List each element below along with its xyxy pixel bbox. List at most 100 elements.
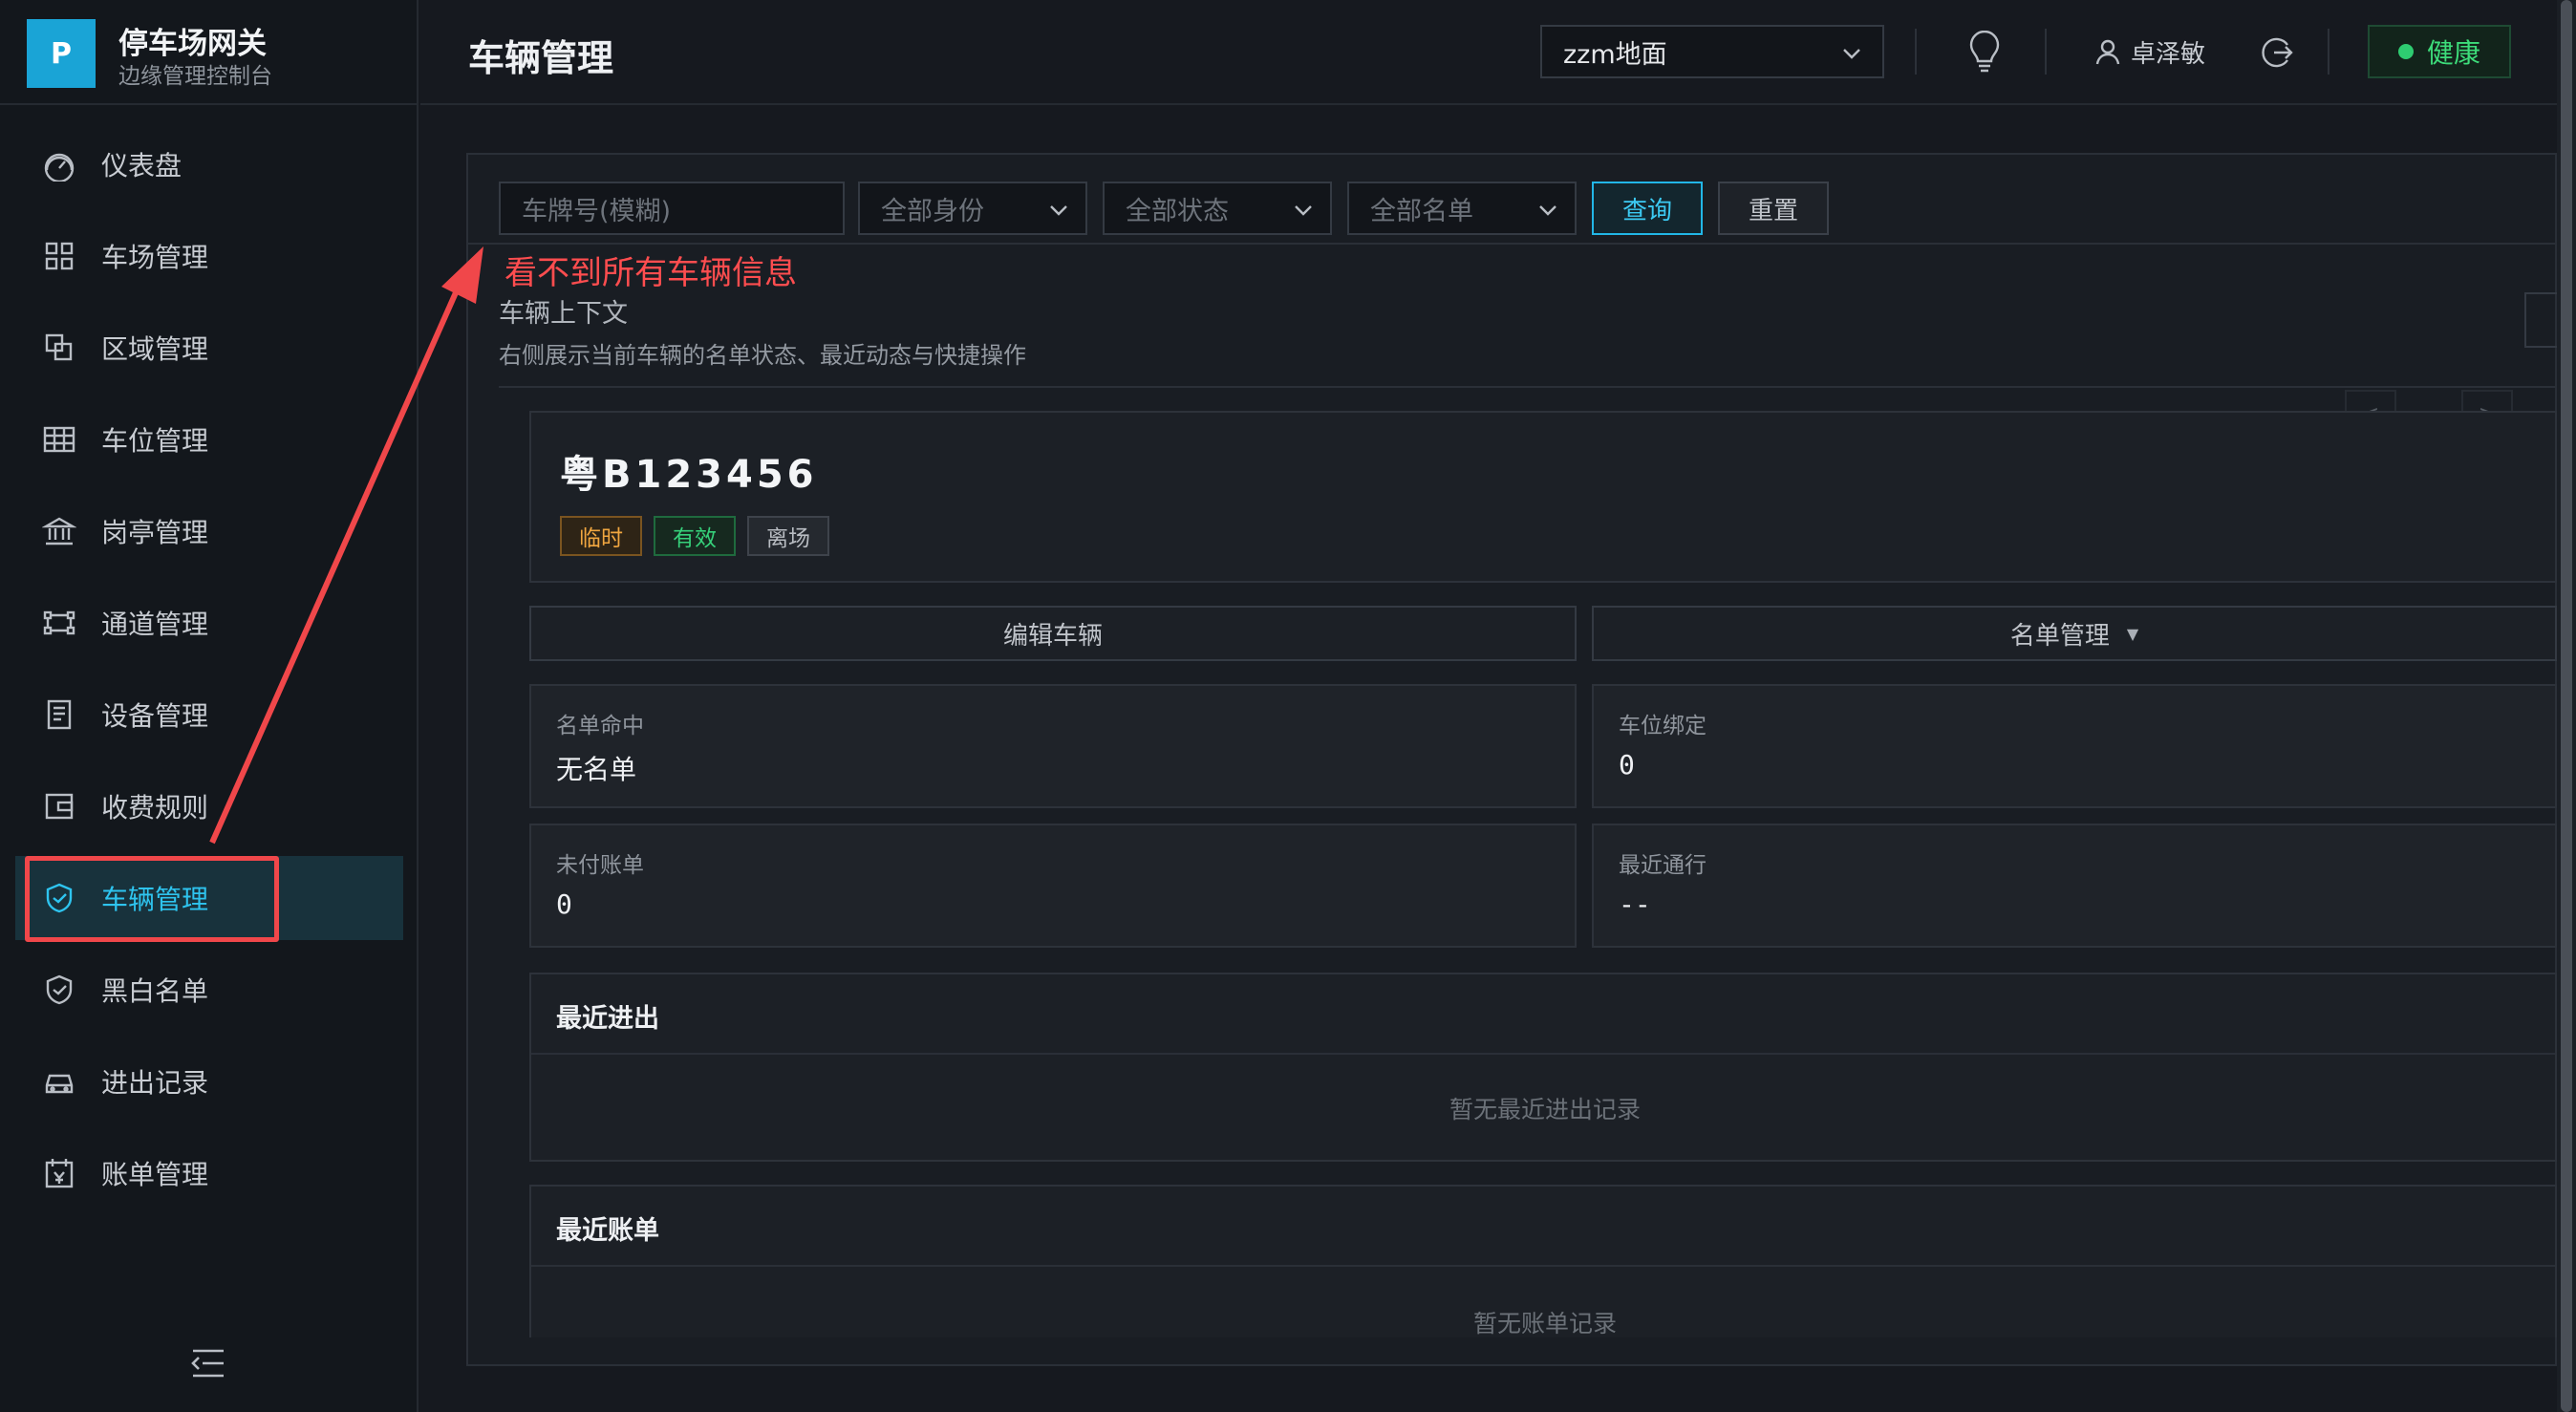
chevron-down-icon (1539, 205, 1556, 216)
vehicle-card: 粤B123456 临时 有效 离场 (529, 411, 2557, 583)
edit-vehicle-button[interactable]: 编辑车辆 (529, 606, 1577, 661)
section-divider (531, 1053, 2555, 1055)
stat-value: -- (1619, 888, 1651, 920)
stat-label: 名单命中 (556, 714, 644, 738)
brand-subtitle: 边缘管理控制台 (118, 64, 272, 89)
brand-title: 停车场网关 (118, 27, 267, 61)
bill-icon (40, 1154, 78, 1192)
user-icon (2095, 39, 2120, 65)
scrollbar-thumb[interactable] (2561, 0, 2572, 1412)
header-divider (1915, 29, 1917, 75)
stat-label: 最近通行 (1619, 853, 1707, 878)
section-title: 最近进出 (556, 1004, 659, 1034)
dashboard-icon (40, 145, 78, 183)
reset-button[interactable]: 重置 (1718, 182, 1829, 235)
page-title: 车辆管理 (468, 37, 614, 79)
sidebar-item-records[interactable]: 进出记录 (15, 1039, 403, 1123)
identity-select-value: 全部身份 (881, 196, 984, 226)
sidebar-item-dashboard[interactable]: 仪表盘 (15, 122, 403, 206)
sidebar-item-spaces[interactable]: 车位管理 (15, 397, 403, 481)
sidebar-item-devices[interactable]: 设备管理 (15, 673, 403, 757)
sidebar-item-channels[interactable]: 通道管理 (15, 581, 403, 665)
header: 车辆管理 zzm地面 卓泽敏 健康 (420, 0, 2557, 105)
sidebar-item-label: 进出记录 (101, 1067, 209, 1099)
shield-icon (40, 971, 78, 1009)
stat-space-bind: 车位绑定 0 (1592, 684, 2557, 808)
stat-list-hit: 名单命中 无名单 (529, 684, 1577, 808)
sidebar-item-label: 岗亭管理 (101, 517, 209, 548)
recent-bills-section: 最近账单 暂无账单记录 (529, 1185, 2557, 1337)
lot-select-value: zzm地面 (1563, 39, 1667, 70)
sidebar-item-bills[interactable]: 账单管理 (15, 1131, 403, 1215)
sidebar-item-booths[interactable]: 岗亭管理 (15, 489, 403, 573)
plate-search-input[interactable]: 车牌号(模糊) (499, 182, 845, 235)
context-divider (499, 386, 2557, 388)
list-management-label: 名单管理 (2009, 621, 2110, 651)
car-icon (40, 1062, 78, 1101)
device-icon (40, 695, 78, 734)
tag-temporary: 临时 (560, 516, 642, 556)
chevron-down-icon (1295, 205, 1312, 216)
sidebar-item-label: 通道管理 (101, 609, 209, 640)
status-select-value: 全部状态 (1126, 196, 1229, 226)
brand: P 停车场网关 边缘管理控制台 (0, 0, 417, 105)
caret-down-icon: ▼ (2126, 624, 2139, 643)
sidebar-item-label: 车场管理 (101, 242, 209, 273)
stat-label: 车位绑定 (1619, 714, 1707, 738)
layers-icon (40, 329, 78, 367)
stat-value: 无名单 (556, 754, 637, 785)
logout-icon[interactable] (2259, 34, 2295, 71)
health-status-badge: 健康 (2368, 25, 2511, 78)
query-button[interactable]: 查询 (1592, 182, 1703, 235)
highlight-box (25, 856, 279, 942)
context-title: 车辆上下文 (499, 299, 628, 329)
sidebar-item-fees[interactable]: 收费规则 (15, 764, 403, 848)
stat-last-pass: 最近通行 -- (1592, 824, 2557, 948)
plate-search-placeholder: 车牌号(模糊) (522, 196, 672, 226)
list-management-button[interactable]: 名单管理 ▼ (1592, 606, 2557, 661)
channel-icon (40, 604, 78, 642)
lightbulb-icon[interactable] (1966, 31, 2003, 73)
bank-icon (40, 512, 78, 550)
sidebar-item-lots[interactable]: 车场管理 (15, 214, 403, 298)
stat-label: 未付账单 (556, 853, 644, 878)
sidebar-item-areas[interactable]: 区域管理 (15, 306, 403, 390)
empty-text: 暂无账单记录 (1472, 1310, 1617, 1337)
stat-value: 0 (1619, 749, 1635, 781)
brand-logo: P (27, 19, 96, 88)
sidebar-item-blackwhite-list[interactable]: 黑白名单 (15, 948, 403, 1032)
identity-select[interactable]: 全部身份 (858, 182, 1087, 235)
section-title: 最近账单 (556, 1216, 659, 1246)
wallet-icon (40, 787, 78, 825)
sidebar-item-label: 设备管理 (101, 700, 209, 732)
annotation-text: 看不到所有车辆信息 (504, 254, 797, 292)
list-select[interactable]: 全部名单 (1347, 182, 1577, 235)
empty-text: 暂无最近进出记录 (1449, 1096, 1641, 1123)
context-subtitle: 右侧展示当前车辆的名单状态、最近动态与快捷操作 (499, 342, 1026, 369)
sidebar-item-label: 账单管理 (101, 1159, 209, 1190)
grid-icon (40, 237, 78, 275)
tag-exited: 离场 (747, 516, 829, 556)
sidebar-item-label: 区域管理 (101, 333, 209, 365)
user-name[interactable]: 卓泽敏 (2131, 34, 2205, 70)
header-divider (2045, 29, 2047, 75)
header-divider (2328, 29, 2329, 75)
chevron-down-icon (1843, 49, 1860, 59)
sidebar-item-label: 黑白名单 (101, 975, 209, 1007)
lot-select[interactable]: zzm地面 (1540, 25, 1884, 78)
health-label: 健康 (2426, 37, 2480, 69)
sidebar: P 停车场网关 边缘管理控制台 仪表盘 车场管理 区域管理 车位管理 岗亭管理 … (0, 0, 419, 1412)
menu-fold-icon[interactable] (189, 1347, 227, 1380)
chevron-down-icon (1050, 205, 1067, 216)
vehicle-plate: 粤B123456 (560, 453, 818, 497)
table-icon (40, 420, 78, 459)
tag-valid: 有效 (654, 516, 736, 556)
list-select-value: 全部名单 (1370, 196, 1473, 226)
context-side-button[interactable] (2524, 292, 2557, 348)
recent-io-section: 最近进出 暂无最近进出记录 (529, 973, 2557, 1162)
status-dot-icon (2397, 44, 2414, 59)
status-select[interactable]: 全部状态 (1103, 182, 1332, 235)
sidebar-item-label: 车位管理 (101, 425, 209, 457)
stat-unpaid-bills: 未付账单 0 (529, 824, 1577, 948)
section-divider (531, 1265, 2555, 1267)
